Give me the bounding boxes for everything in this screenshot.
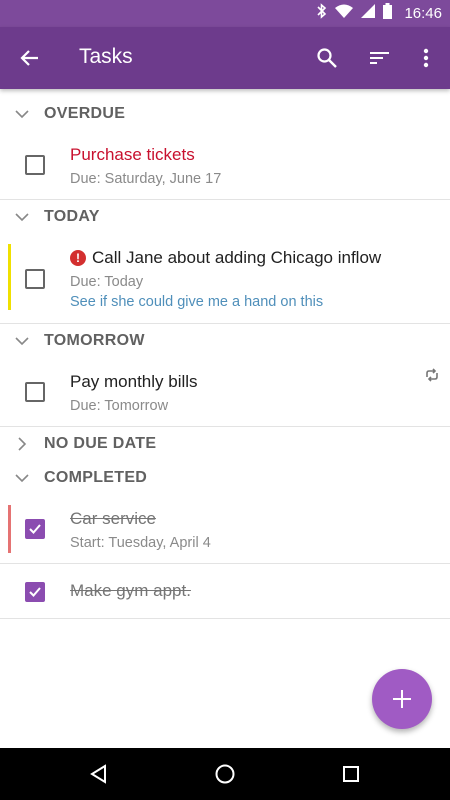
- repeat-icon: [426, 368, 438, 382]
- section-label: NO DUE DATE: [44, 435, 157, 452]
- plus-icon: [393, 690, 411, 708]
- section-header-no-due-date[interactable]: NO DUE DATE: [0, 427, 450, 461]
- task-due: Due: Today: [70, 274, 144, 290]
- chevron-down-icon: [15, 474, 29, 483]
- task-checkbox[interactable]: [25, 582, 45, 602]
- page-title: Tasks: [79, 45, 133, 68]
- task-accent-bar: [8, 505, 11, 553]
- section-header-overdue[interactable]: OVERDUE: [0, 97, 450, 131]
- task-due: Due: Tomorrow: [70, 398, 169, 414]
- list-item[interactable]: Purchase tickets Due: Saturday, June 17: [0, 131, 450, 200]
- list-item[interactable]: Pay monthly bills Due: Tomorrow: [0, 358, 450, 427]
- search-icon[interactable]: [311, 42, 343, 74]
- task-checkbox[interactable]: [25, 382, 45, 402]
- task-title-line: ! Call Jane about adding Chicago inflow: [70, 248, 381, 268]
- list-item[interactable]: Make gym appt.: [0, 564, 450, 619]
- task-accent-bar: [8, 244, 11, 310]
- task-title: Call Jane about adding Chicago inflow: [92, 248, 382, 267]
- section-header-today[interactable]: TODAY: [0, 200, 450, 234]
- add-task-button[interactable]: [372, 669, 432, 729]
- section-label: TOMORROW: [44, 332, 145, 349]
- back-triangle-icon[interactable]: [87, 762, 111, 786]
- chevron-down-icon: [15, 110, 29, 119]
- more-vert-icon[interactable]: [410, 42, 442, 74]
- list-item[interactable]: ! Call Jane about adding Chicago inflow D…: [0, 234, 450, 324]
- app-bar: Tasks: [0, 27, 450, 89]
- section-header-tomorrow[interactable]: TOMORROW: [0, 324, 450, 358]
- chevron-down-icon: [15, 213, 29, 222]
- section-label: COMPLETED: [44, 469, 148, 486]
- status-time: 16:46: [404, 5, 442, 22]
- section-header-completed[interactable]: COMPLETED: [0, 461, 450, 495]
- home-circle-icon[interactable]: [213, 762, 237, 786]
- task-checkbox[interactable]: [25, 269, 45, 289]
- bluetooth-icon: [317, 3, 327, 24]
- status-bar: 16:46: [0, 0, 450, 27]
- priority-high-icon: !: [70, 250, 86, 266]
- task-title: Purchase tickets: [70, 145, 195, 164]
- list-item[interactable]: Car service Start: Tuesday, April 4: [0, 495, 450, 564]
- signal-icon: [361, 4, 376, 23]
- task-checkbox[interactable]: [25, 155, 45, 175]
- status-icons: 16:46: [317, 0, 442, 27]
- task-due: Due: Saturday, June 17: [70, 171, 222, 187]
- sort-icon[interactable]: [364, 42, 396, 74]
- battery-icon: [383, 3, 393, 24]
- task-title: Car service: [70, 509, 156, 528]
- task-checkbox[interactable]: [25, 519, 45, 539]
- check-icon: [29, 587, 41, 597]
- task-note: See if she could give me a hand on this: [70, 294, 324, 310]
- back-arrow-icon[interactable]: [14, 42, 46, 74]
- chevron-right-icon: [18, 437, 27, 451]
- task-start: Start: Tuesday, April 4: [70, 535, 211, 551]
- system-nav-bar: [0, 748, 450, 800]
- section-label: OVERDUE: [44, 105, 126, 122]
- task-title: Make gym appt.: [70, 581, 191, 600]
- chevron-down-icon: [15, 337, 29, 346]
- wifi-icon: [335, 4, 354, 23]
- section-label: TODAY: [44, 208, 100, 225]
- recents-square-icon[interactable]: [339, 762, 363, 786]
- check-icon: [29, 524, 41, 534]
- task-title: Pay monthly bills: [70, 372, 198, 391]
